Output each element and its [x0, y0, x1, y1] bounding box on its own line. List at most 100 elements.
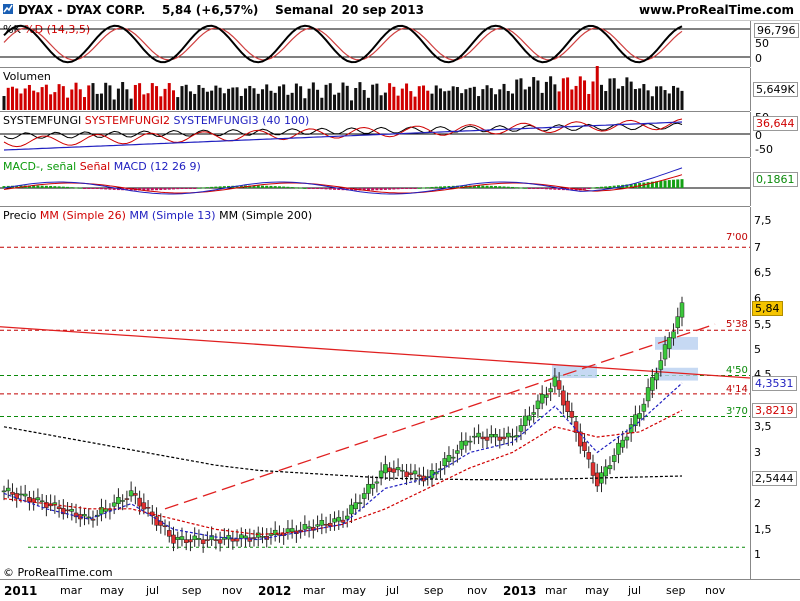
candle-body — [27, 497, 32, 502]
candle-body — [298, 529, 303, 532]
macd-hist-bar — [383, 188, 387, 190]
volume-bar — [672, 85, 676, 110]
candle-body — [22, 493, 28, 497]
volume-bar — [494, 94, 498, 110]
price-tick: 5,5 — [754, 318, 772, 331]
stoch-d-line — [3, 27, 683, 61]
candle-body — [82, 514, 87, 517]
volume-bar — [40, 87, 44, 110]
candle-body — [188, 539, 193, 543]
volume-bar — [400, 88, 404, 110]
candle-body — [518, 425, 524, 432]
volume-bar — [447, 90, 451, 110]
candle-body — [391, 468, 397, 473]
candle-body — [603, 466, 608, 477]
volume-bar — [66, 97, 70, 110]
volume-bar — [578, 76, 582, 110]
volume-bar — [667, 93, 671, 110]
volume-bar — [108, 85, 112, 110]
candle-body — [544, 394, 549, 398]
volume-bar — [36, 92, 40, 110]
candle-body — [116, 497, 121, 504]
volume-bar — [112, 99, 116, 110]
macd-hist-bar — [91, 188, 95, 189]
candle-body — [56, 506, 62, 510]
volume-bar — [260, 89, 264, 110]
volume-bar — [133, 84, 137, 110]
macd-hist-bar — [99, 188, 103, 190]
volume-bar — [125, 89, 129, 110]
volume-bar — [6, 87, 10, 110]
macd-hist-bar — [303, 187, 307, 189]
macd-hist-bar — [646, 182, 650, 188]
stochastic-panel[interactable]: %K %D (14,3,5) — [0, 21, 750, 68]
volume-bar — [32, 90, 36, 110]
candle-body — [35, 497, 41, 501]
volume-bar — [519, 78, 523, 110]
price-panel[interactable]: Precio MM (Simple 26) MM (Simple 13) MM … — [0, 207, 751, 578]
volume-bar — [498, 89, 502, 110]
volume-bar — [214, 85, 218, 110]
volume-panel[interactable]: Volumen — [0, 66, 750, 112]
volume-bar — [57, 84, 61, 110]
volume-bar — [451, 86, 455, 110]
volume-bar — [320, 97, 324, 110]
volume-bar — [184, 84, 188, 110]
level-label-450: 4'50 — [726, 365, 748, 376]
candle-body — [69, 509, 75, 512]
macd-hist-bar — [70, 187, 74, 189]
systemfungi2-line — [3, 118, 683, 148]
volume-bar — [455, 87, 459, 110]
volume-bar — [27, 84, 31, 110]
macd-hist-bar — [663, 180, 667, 188]
mm200-tag: 2,5444 — [752, 471, 797, 486]
candle-body — [561, 390, 566, 406]
candle-body — [450, 456, 456, 459]
volume-bar — [265, 84, 269, 110]
candle-body — [230, 538, 236, 542]
volume-bar — [379, 95, 383, 110]
candle-body — [285, 528, 291, 533]
candle-body — [192, 535, 197, 540]
candle-body — [378, 470, 384, 479]
volume-bar — [430, 93, 434, 110]
site-url[interactable]: www.ProRealTime.com — [639, 3, 794, 17]
macd-hist-bar — [36, 185, 40, 188]
volume-bar — [375, 83, 379, 110]
volume-bar — [349, 100, 353, 110]
macd-hist-bar — [405, 188, 409, 189]
volume-bar — [595, 66, 599, 110]
macd-hist-bar — [540, 188, 544, 189]
systemfungi-panel[interactable]: SYSTEMFUNGI SYSTEMFUNGI2 SYSTEMFUNGI3 (4… — [0, 112, 750, 158]
volume-bar — [150, 83, 154, 110]
candle-body — [256, 532, 261, 538]
volume-bar — [188, 91, 192, 110]
volume-bar — [307, 88, 311, 110]
volume-bar — [2, 96, 6, 110]
volume-bar — [44, 84, 48, 110]
volume-bar — [176, 97, 180, 110]
macd-hist-bar — [40, 185, 44, 188]
candle-body — [408, 472, 414, 475]
macd-hist-bar — [544, 188, 548, 190]
candle-body — [480, 436, 486, 440]
macd-panel[interactable]: MACD-, señal Señal MACD (12 26 9) — [0, 158, 750, 207]
candle-body — [400, 469, 405, 472]
macd-hist-bar — [489, 185, 493, 188]
volume-bar — [205, 91, 209, 110]
volume-bar — [659, 86, 663, 110]
macd-hist-bar — [214, 186, 218, 188]
macd-hist-bar — [409, 188, 413, 189]
macd-hist-bar — [549, 188, 553, 190]
volume-bar — [536, 80, 540, 110]
volume-bar — [193, 93, 197, 110]
volume-bar — [19, 93, 23, 110]
macd-plot — [0, 167, 750, 195]
candle-body — [5, 487, 11, 492]
volume-bar — [362, 90, 366, 110]
candle-body — [675, 316, 681, 328]
candle-body — [552, 376, 558, 387]
candle-body — [239, 534, 244, 539]
x-tick: jul — [628, 584, 642, 597]
macd-hist-bar — [53, 186, 57, 188]
